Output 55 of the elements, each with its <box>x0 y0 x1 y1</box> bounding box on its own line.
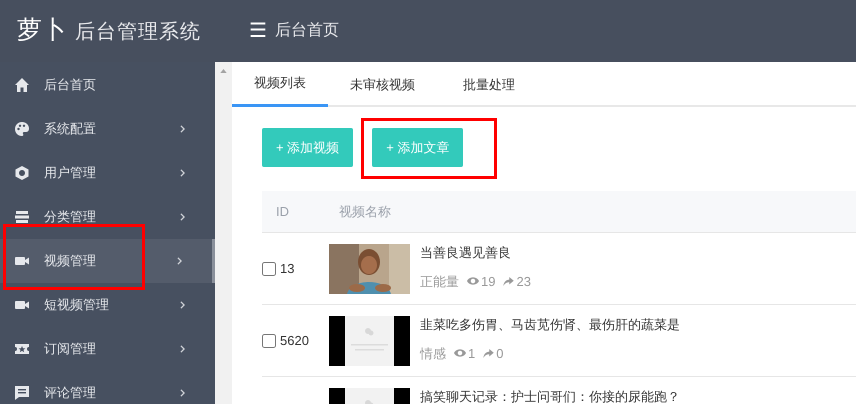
tab[interactable]: 视频列表 <box>232 62 328 107</box>
sidebar-item[interactable]: 评论管理 <box>0 371 215 404</box>
sidebar-label: 用户管理 <box>44 164 97 182</box>
chevron-right-icon <box>180 345 185 353</box>
share-count: 23 <box>516 272 531 290</box>
sidebar-item[interactable]: 视频管理 <box>0 239 215 283</box>
chevron-right-icon <box>180 125 185 133</box>
tab[interactable]: 批量处理 <box>441 62 537 107</box>
sidebar-label: 视频管理 <box>44 252 97 270</box>
sidebar-label: 短视频管理 <box>44 296 110 314</box>
video-title[interactable]: 搞笑聊天记录：护士问哥们：你接的尿能跑？ <box>420 387 680 404</box>
chevron-right-icon <box>180 389 185 397</box>
sidebar-label: 订阅管理 <box>44 340 97 358</box>
chevron-right-icon <box>180 213 185 221</box>
sidebar-item[interactable]: 后台首页 <box>0 63 215 107</box>
eye-icon <box>454 349 466 358</box>
sidebar-item[interactable]: 分类管理 <box>0 195 215 239</box>
tab[interactable]: 未审核视频 <box>328 62 437 107</box>
sidebar-label: 评论管理 <box>44 384 97 402</box>
system-title: 后台管理系统 <box>75 20 201 46</box>
id-cell-text: 5620 <box>280 332 309 350</box>
page-title: 后台首页 <box>275 20 339 41</box>
chevron-right-icon <box>177 257 182 265</box>
category-label: 情感 <box>420 344 446 362</box>
sidebar-label: 系统配置 <box>44 120 97 138</box>
sidebar-label: 后台首页 <box>44 76 97 94</box>
palette-icon <box>14 121 30 137</box>
hexagon-icon <box>14 165 30 181</box>
video-title[interactable]: 当善良遇见善良 <box>420 243 531 262</box>
sidebar-item[interactable]: 订阅管理 <box>0 327 215 371</box>
share-count: 0 <box>496 344 504 362</box>
row-checkbox[interactable] <box>262 262 276 276</box>
stack-icon <box>14 209 30 225</box>
category-label: 正能量 <box>420 272 459 290</box>
share-icon <box>503 276 514 286</box>
column-header: ID <box>275 202 290 221</box>
menu-button[interactable]: ☰ <box>249 21 267 41</box>
home-icon <box>14 77 30 93</box>
comment-icon <box>14 385 30 401</box>
eye-icon <box>467 277 479 286</box>
view-count: 19 <box>481 272 496 290</box>
sidebar-item[interactable]: 短视频管理 <box>0 283 215 327</box>
sidebar-item[interactable]: 系统配置 <box>0 107 215 151</box>
video-title[interactable]: 韭菜吃多伤胃、马齿苋伤肾、最伤肝的蔬菜是 <box>420 315 680 334</box>
row-checkbox[interactable] <box>262 334 276 348</box>
sidebar-label: 分类管理 <box>44 208 97 226</box>
logo: 萝卜 <box>17 15 67 46</box>
view-count: 1 <box>468 344 476 362</box>
column-header: 视频名称 <box>339 202 391 221</box>
id-cell-text: 13 <box>280 260 294 278</box>
sidebar-item[interactable]: 用户管理 <box>0 151 215 195</box>
chevron-right-icon <box>180 169 185 177</box>
chevron-right-icon <box>180 301 185 309</box>
ticket-icon <box>14 341 30 357</box>
share-icon <box>483 348 494 358</box>
